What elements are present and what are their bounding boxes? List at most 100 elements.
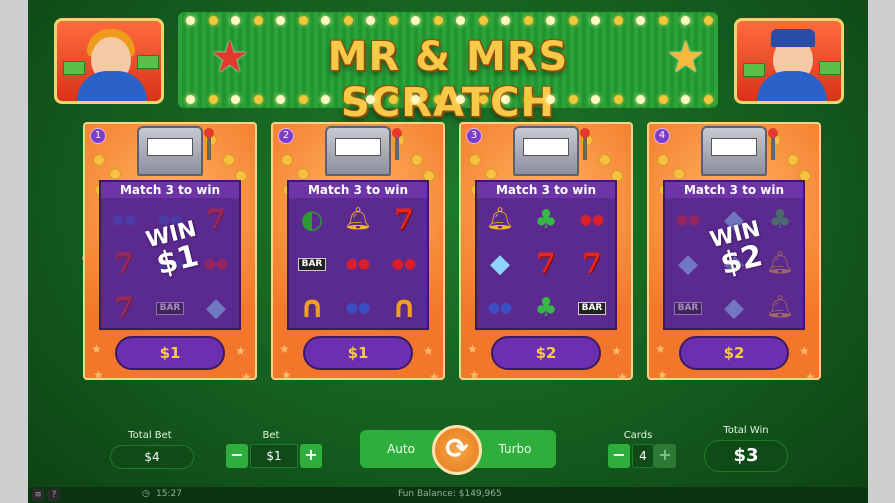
- scratch-card[interactable]: 4 Match 3 to win ●● ◆ ♣ ◆ ◆ 🔔︎ BAR ◆ 🔔︎ WIN $2 $2 ★ ★ ★ ★: [647, 122, 821, 380]
- decorative-star-icon: ★: [467, 342, 478, 356]
- marquee-bulb: [681, 16, 690, 25]
- total-win-value: $3: [704, 440, 788, 472]
- game-screen: ★ MR & MRS SCRATCH ★ ‹ 1Match 3 to win●●…: [28, 0, 868, 503]
- scratch-card[interactable]: 1 Match 3 to win ●● ●● 7 7 ●● ●● 7 BAR ◆ WIN $1 $1 ★ ★ ★…: [83, 122, 257, 380]
- scratch-card[interactable]: 2 Match 3 to win ◐ 🔔︎ 7 BAR ●● ●● ∩ ●● ∩ $1 ★ ★ ★ ★: [271, 122, 445, 380]
- cards-decrease-button[interactable]: −: [608, 444, 630, 468]
- card-price-button[interactable]: $1: [115, 336, 225, 370]
- marquee-bulb: [186, 16, 195, 25]
- bell-icon: 🔔︎: [486, 207, 514, 232]
- marquee-bulb: [658, 16, 668, 25]
- marquee-bulb: [456, 16, 465, 25]
- horseshoe-icon: ∩: [299, 290, 325, 325]
- marquee-bulb: [231, 16, 240, 25]
- marquee-bulb: [591, 95, 600, 104]
- marquee-bulb: [366, 16, 375, 25]
- bet-decrease-button[interactable]: −: [226, 444, 248, 468]
- bet-value: $1: [250, 444, 298, 468]
- marquee-bulb: [276, 95, 285, 104]
- coin-icon: [297, 168, 309, 180]
- marquee-bulb: [411, 16, 420, 25]
- card-price-button[interactable]: $2: [679, 336, 789, 370]
- decorative-star-icon: ★: [241, 370, 252, 380]
- cherry-icon: ●●: [391, 256, 417, 272]
- total-bet-value: $4: [110, 445, 194, 469]
- red-star-icon: ★: [210, 32, 250, 83]
- clock-time: 15:27: [156, 489, 182, 499]
- marquee-bulb: [546, 16, 555, 25]
- slot-machine-icon: [325, 126, 402, 176]
- help-icon[interactable]: ?: [48, 489, 60, 501]
- marquee-bulb: [478, 95, 488, 104]
- total-win-label: Total Win: [723, 425, 769, 436]
- refresh-icon: ⟳: [445, 432, 469, 465]
- decorative-star-icon: ★: [611, 344, 622, 358]
- panel-header: Match 3 to win: [289, 182, 427, 198]
- coin-icon: [411, 154, 423, 166]
- scratch-panel[interactable]: Match 3 to win 🔔︎ ♣ ●● ◆ 7 7 ●● ♣ BAR: [475, 180, 617, 330]
- bar-icon: BAR: [569, 286, 615, 330]
- marquee-bulb: [411, 95, 420, 104]
- decorative-star-icon: ★: [235, 344, 246, 358]
- marquee-bulb: [613, 95, 623, 104]
- bet-increase-button[interactable]: +: [300, 444, 322, 468]
- card-price-button[interactable]: $1: [303, 336, 413, 370]
- decorative-star-icon: ★: [469, 368, 480, 380]
- marquee-bulb: [343, 16, 353, 25]
- decorative-star-icon: ★: [93, 368, 104, 380]
- marquee-bulb: [636, 95, 645, 104]
- coin-icon: [469, 154, 481, 166]
- marquee-bulb: [321, 95, 330, 104]
- decorative-star-icon: ★: [429, 370, 440, 380]
- blueberry-icon: ●●: [345, 300, 371, 316]
- decorative-star-icon: ★: [617, 370, 628, 380]
- coin-icon: [93, 154, 105, 166]
- marquee-bulb: [568, 16, 578, 25]
- cards-value: 4: [632, 444, 654, 468]
- panel-header: Match 3 to win: [477, 182, 615, 198]
- turbo-button[interactable]: Turbo: [474, 430, 556, 468]
- marquee-bulb: [523, 16, 533, 25]
- horseshoe-icon: ∩: [391, 290, 417, 325]
- coin-icon: [657, 154, 669, 166]
- coin-icon: [485, 168, 497, 180]
- seven-icon: 7: [536, 247, 556, 280]
- marquee-bulb: [433, 16, 443, 25]
- spin-button[interactable]: ⟳: [432, 425, 482, 475]
- marquee-bulb: [703, 95, 713, 104]
- marquee-bulb: [613, 16, 623, 25]
- marquee-bulb: [591, 16, 600, 25]
- marquee-bulb: [298, 95, 308, 104]
- auto-button[interactable]: Auto: [360, 430, 442, 468]
- bet-label: Bet: [262, 430, 280, 441]
- bar-icon: BAR: [665, 286, 711, 330]
- bar-icon: BAR: [147, 286, 193, 330]
- seven-icon: 7: [582, 247, 602, 280]
- marquee-bulb: [186, 95, 195, 104]
- marquee-bulb: [253, 95, 263, 104]
- menu-icon[interactable]: ≡: [32, 489, 44, 501]
- marquee-bulb: [501, 95, 510, 104]
- cards-increase-button[interactable]: +: [654, 444, 676, 468]
- diamond-icon: ◆: [206, 293, 226, 323]
- marquee-bulb: [366, 95, 375, 104]
- watermelon-icon: ◐: [300, 205, 324, 235]
- card-price-button[interactable]: $2: [491, 336, 601, 370]
- marquee-bulb: [523, 95, 533, 104]
- marquee-bulb: [681, 95, 690, 104]
- coin-icon: [109, 168, 121, 180]
- card-number: 2: [278, 128, 294, 144]
- scratch-panel[interactable]: Match 3 to win ◐ 🔔︎ 7 BAR ●● ●● ∩ ●● ∩: [287, 180, 429, 330]
- scratch-card[interactable]: 3 Match 3 to win 🔔︎ ♣ ●● ◆ 7 7 ●● ♣ BAR $2 ★ ★ ★ ★: [459, 122, 633, 380]
- footer-bar: ≡ ? ◷ 15:27 Fun Balance: $149,965: [28, 487, 868, 503]
- marquee-bulb: [501, 16, 510, 25]
- marquee-bulb: [253, 16, 263, 25]
- slot-machine-icon: [513, 126, 590, 176]
- marquee-bulb: [703, 16, 713, 25]
- clock-icon: ◷: [142, 489, 150, 499]
- marquee-bulb: [546, 95, 555, 104]
- marquee-bulb: [231, 95, 240, 104]
- decorative-star-icon: ★: [279, 342, 290, 356]
- cherry-icon: ●●: [579, 212, 605, 228]
- marquee-bulb: [208, 16, 218, 25]
